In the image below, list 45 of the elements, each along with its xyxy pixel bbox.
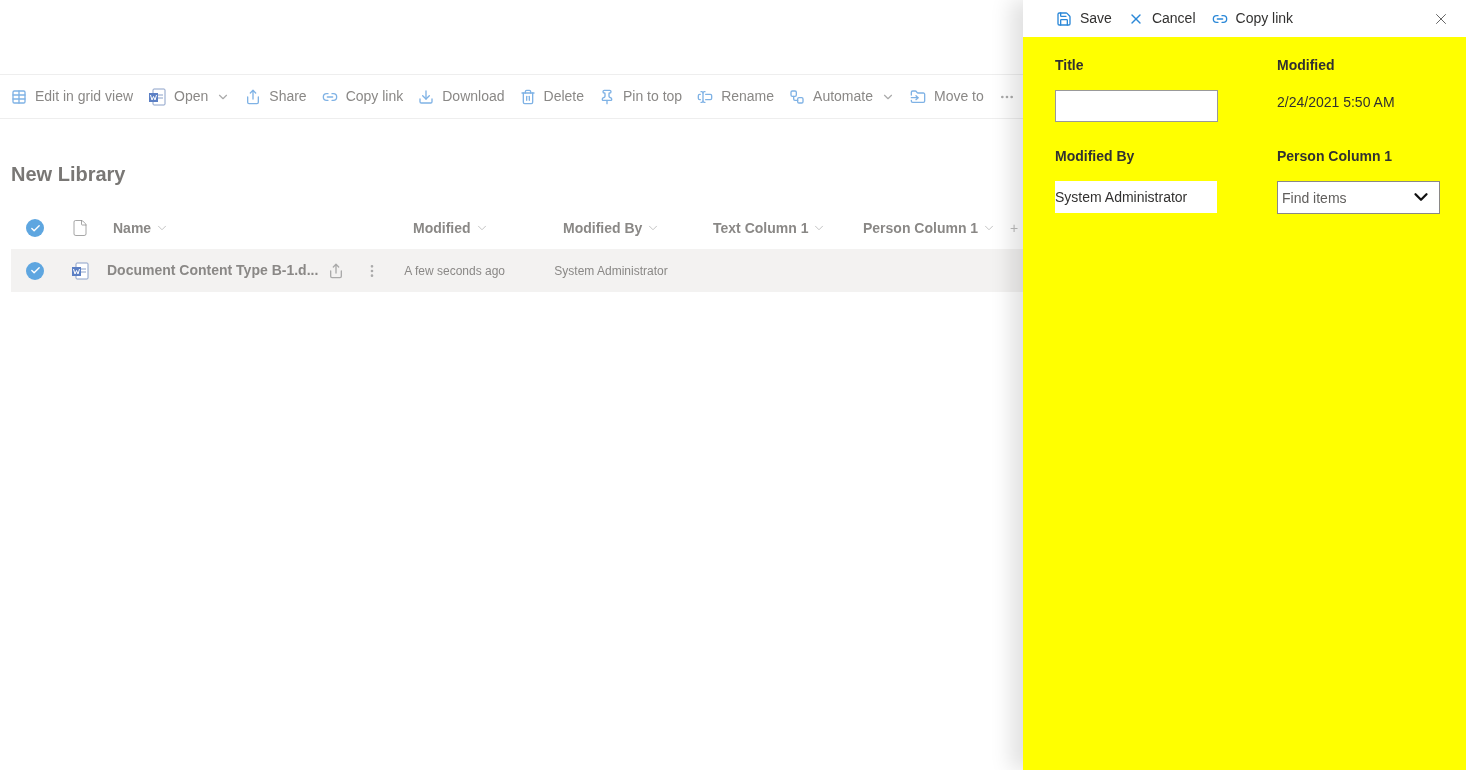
word-file-icon [71, 261, 89, 280]
panel-command[interactable]: Save [1056, 8, 1112, 29]
field-label: Modified [1277, 56, 1336, 75]
toolbar-icon [519, 88, 536, 105]
field-label: Person Column 1 [1277, 147, 1394, 166]
column-header[interactable]: Text Column 1 [713, 217, 863, 239]
file-type-icon [71, 219, 89, 237]
toolbar-button[interactable]: Copy link [321, 86, 404, 107]
toolbar-icon [697, 88, 714, 105]
toolbar-button[interactable]: Share [245, 86, 307, 107]
column-header[interactable]: Name [113, 217, 413, 239]
toolbar-icon [245, 88, 262, 105]
toolbar-icon [789, 88, 806, 105]
panel-command[interactable]: Cancel [1127, 8, 1196, 29]
toolbar-icon [11, 88, 27, 105]
modified-cell-text: A few seconds ago [404, 262, 507, 280]
file-name[interactable]: Document Content Type B-1.d... [107, 260, 319, 281]
add-column-button[interactable]: + [1010, 217, 1019, 239]
title-input[interactable] [1055, 90, 1218, 122]
toolbar-button[interactable]: Pin to top [599, 86, 683, 107]
toolbar-icon [418, 88, 435, 105]
column-header[interactable]: Person Column 1 [863, 217, 1013, 239]
document-icon [148, 87, 167, 106]
column-header[interactable]: Modified By [563, 217, 713, 239]
toolbar-button[interactable]: Delete [519, 86, 584, 107]
toolbar-button[interactable]: Edit in grid view [11, 86, 134, 107]
field-label: Title [1055, 56, 1085, 75]
file-row[interactable]: Document Content Type B-1.d... A few seconds ago System Administrator [11, 249, 1023, 292]
library-title: New Library [11, 163, 126, 185]
toolbar-button[interactable]: Download [418, 86, 505, 107]
person-value: System Administrator [1055, 181, 1217, 213]
toolbar-icon [599, 88, 615, 105]
modified-by-cell-text: System Administrator [554, 262, 668, 280]
modified-value: 2/24/2021 5:50 AM [1277, 93, 1396, 112]
toolbar-button[interactable]: Move to [910, 86, 984, 107]
toolbar-icon [910, 88, 926, 105]
people-picker[interactable]: Find items [1277, 181, 1440, 214]
toolbar-button[interactable]: Automate [789, 86, 895, 107]
command-icon [1056, 10, 1072, 27]
toolbar-button[interactable]: Open [148, 86, 231, 107]
column-header[interactable]: Modified [413, 217, 563, 239]
toolbar-button[interactable]: Rename [697, 86, 775, 107]
share-icon[interactable] [328, 262, 345, 279]
field-label: Modified By [1055, 147, 1136, 166]
panel-command[interactable]: Copy link [1211, 8, 1294, 29]
